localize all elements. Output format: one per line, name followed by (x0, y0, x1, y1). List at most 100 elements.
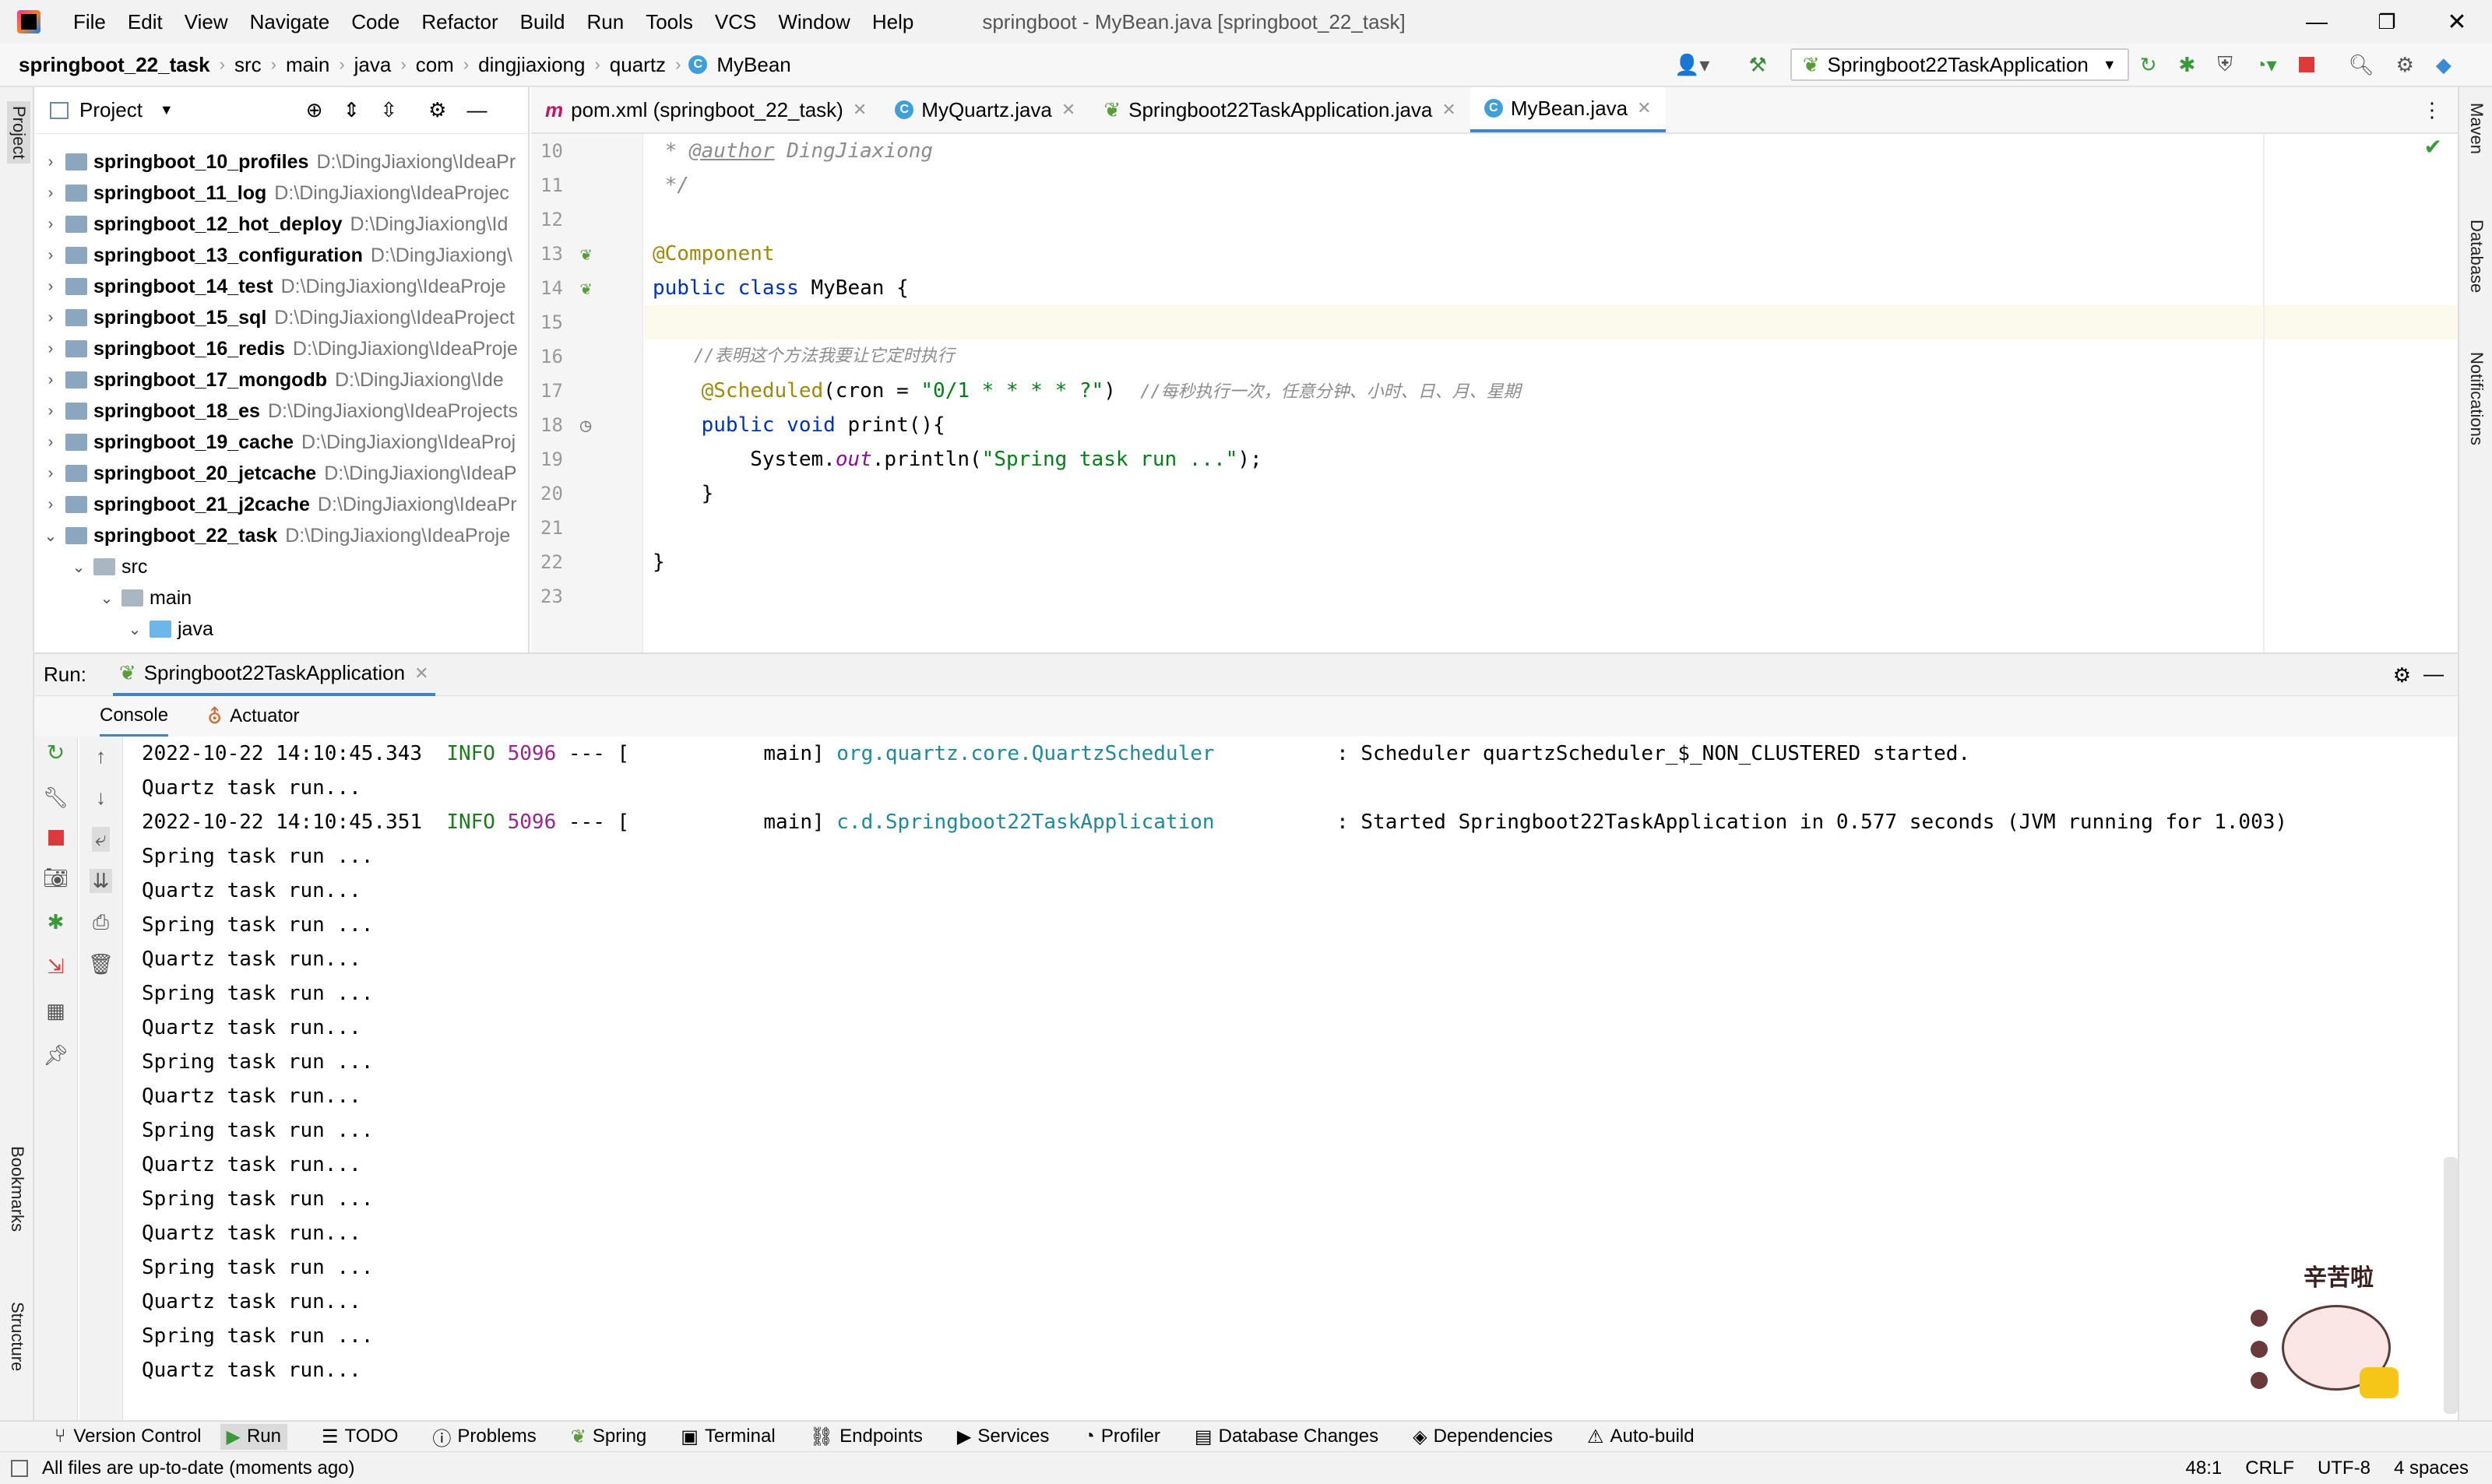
hide-icon[interactable]: — (2423, 662, 2444, 686)
strip-maven[interactable]: Maven (2466, 103, 2487, 154)
tree-row[interactable]: ⌄ java (34, 614, 528, 645)
tab-myquartz[interactable]: C MyQuartz.java ✕ (881, 87, 1089, 132)
tree-row[interactable]: › springboot_16_redis D:\DingJiaxiong\Idea… (34, 333, 528, 364)
tree-row[interactable]: › springboot_17_mongodb D:\DingJiaxiong\Id… (34, 364, 528, 396)
strip-notifications[interactable]: Notifications (2466, 352, 2487, 445)
tree-row[interactable]: › springboot_14_test D:\DingJiaxiong\IdeaP… (34, 271, 528, 302)
tree-row[interactable]: › springboot_10_profiles D:\DingJiaxiong\I… (34, 146, 528, 178)
project-panel-title[interactable]: Project (79, 98, 143, 122)
exit-icon[interactable]: ⇲ (48, 955, 65, 979)
close-icon[interactable]: ✕ (853, 100, 867, 120)
tree-row[interactable]: › springboot_19_cache D:\DingJiaxiong\Idea… (34, 427, 528, 458)
tool-database-changes[interactable]: ▤ Database Changes (1195, 1426, 1378, 1448)
stop-icon[interactable] (2298, 57, 2314, 72)
debug-icon[interactable]: ✱ (48, 910, 65, 934)
hide-icon[interactable]: — (466, 98, 487, 122)
menu-vcs[interactable]: VCS (715, 10, 756, 34)
tree-row[interactable]: › springboot_13_configuration D:\DingJiaxi… (34, 240, 528, 271)
chevron-down-icon[interactable]: ▼ (160, 102, 174, 118)
settings-gear-icon[interactable]: ⚙ (2396, 53, 2414, 77)
rerun-icon[interactable]: ↻ (47, 740, 65, 765)
tool-services[interactable]: ▶ Services (957, 1426, 1050, 1448)
close-icon[interactable]: ✕ (1637, 98, 1651, 118)
crumb-dingjiaxiong[interactable]: dingjiaxiong (478, 53, 585, 77)
status-toggle-icon[interactable] (11, 1459, 28, 1477)
spring-bean-icon[interactable]: ❦ (580, 237, 591, 271)
user-icon[interactable]: 👤▾ (1674, 53, 1709, 77)
menu-help[interactable]: Help (872, 10, 913, 34)
file-encoding[interactable]: UTF-8 (2318, 1458, 2371, 1479)
tool-problems[interactable]: ⓘ Problems (432, 1423, 536, 1451)
tool-auto-build[interactable]: ⚠ Auto-build (1587, 1426, 1695, 1448)
close-icon[interactable]: ✕ (1061, 100, 1075, 120)
crumb-com[interactable]: com (416, 53, 454, 77)
menu-navigate[interactable]: Navigate (250, 10, 330, 34)
menu-edit[interactable]: Edit (128, 10, 163, 34)
pin-icon[interactable]: 📌︎ (43, 1043, 69, 1067)
tree-row[interactable]: › springboot_20_jetcache D:\DingJiaxiong\I… (34, 458, 528, 489)
tab-actuator[interactable]: Actuator (230, 705, 299, 727)
expand-all-icon[interactable]: ⇕ (343, 98, 361, 122)
tool-endpoints[interactable]: ⛓ Endpoints (810, 1426, 923, 1448)
tree-row[interactable]: › springboot_18_es D:\DingJiaxiong\IdeaPro… (34, 396, 528, 427)
settings-gear-icon[interactable]: ⚙ (428, 98, 446, 122)
profile-icon[interactable]: ◔▾ (2254, 53, 2277, 77)
arrow-up-icon[interactable]: ↑ (96, 744, 106, 768)
strip-bookmarks[interactable]: Bookmarks (7, 1146, 27, 1232)
jetbrains-toolbox-icon[interactable]: ◆ (2436, 53, 2452, 77)
line-separator[interactable]: CRLF (2245, 1458, 2294, 1479)
close-icon[interactable]: ✕ (1441, 100, 1455, 120)
minimize-icon[interactable]: — (2282, 9, 2352, 34)
tool-spring[interactable]: ❦ Spring (571, 1426, 646, 1448)
crumb-quartz[interactable]: quartz (610, 53, 666, 77)
menu-refactor[interactable]: Refactor (421, 10, 498, 34)
menu-run[interactable]: Run (586, 10, 624, 34)
menu-window[interactable]: Window (778, 10, 850, 34)
code-area[interactable]: * @author DingJiaxiong */ @Component pub… (645, 134, 2458, 652)
console-output[interactable]: 2022-10-22 14:10:45.343 INFO 5096 --- [ … (125, 737, 2458, 1420)
menu-view[interactable]: View (185, 10, 228, 34)
run-tab[interactable]: ❦ Springboot22TaskApplication ✕ (112, 654, 435, 696)
locate-icon[interactable]: ⊕ (306, 98, 323, 122)
settings-gear-icon[interactable]: ⚙ (2393, 663, 2411, 687)
build-hammer-icon[interactable]: ⚒ (1748, 53, 1766, 77)
scroll-to-end-icon[interactable]: ⇊ (89, 869, 113, 893)
stop-icon[interactable] (48, 830, 64, 846)
close-icon[interactable]: ✕ (414, 663, 428, 684)
arrow-down-icon[interactable]: ↓ (96, 786, 106, 810)
maximize-icon[interactable]: ❐ (2352, 10, 2422, 34)
crumb-mybean[interactable]: MyBean (716, 53, 790, 77)
indent-setting[interactable]: 4 spaces (2394, 1458, 2469, 1479)
print-icon[interactable]: ⎙ (93, 910, 109, 935)
caret-position[interactable]: 48:1 (2186, 1458, 2223, 1479)
tool-terminal[interactable]: ▣ Terminal (681, 1426, 775, 1448)
search-icon[interactable]: 🔍︎ (2349, 53, 2374, 77)
tab-console[interactable]: Console (100, 697, 169, 737)
menu-code[interactable]: Code (351, 10, 399, 34)
tool-dependencies[interactable]: ◈ Dependencies (1413, 1426, 1553, 1448)
tree-row[interactable]: › springboot_15_sql D:\DingJiaxiong\IdeaPr… (34, 302, 528, 333)
tab-application[interactable]: ❦ Springboot22TaskApplication.java ✕ (1089, 87, 1470, 132)
menu-tools[interactable]: Tools (646, 10, 693, 34)
tree-row[interactable]: › springboot_12_hot_deploy D:\DingJiaxiong… (34, 209, 528, 240)
tool-run[interactable]: ▶ Run (220, 1423, 287, 1450)
collapse-all-icon[interactable]: ⇳ (380, 98, 397, 122)
spring-bean-icon[interactable]: ❦ (580, 271, 591, 305)
menu-file[interactable]: File (73, 10, 106, 34)
run-config-selector[interactable]: ❦ Springboot22TaskApplication ▼ (1790, 48, 2129, 81)
scrollbar[interactable] (2444, 1157, 2458, 1414)
layout-icon[interactable]: ▦ (46, 999, 65, 1023)
crumb-java[interactable]: java (354, 53, 392, 77)
tool-profiler[interactable]: ◔ Profiler (1083, 1426, 1160, 1447)
menu-build[interactable]: Build (520, 10, 565, 34)
coverage-icon[interactable]: ⛨ (2217, 52, 2233, 77)
crumb-src[interactable]: src (234, 53, 262, 77)
debug-icon[interactable]: ✱ (2179, 53, 2196, 77)
soft-wrap-icon[interactable]: ⤶ (92, 827, 110, 852)
tree-row[interactable]: › springboot_11_log D:\DingJiaxiong\IdeaPr… (34, 178, 528, 209)
tree-row[interactable]: › springboot_21_j2cache D:\DingJiaxiong\Id… (34, 489, 528, 520)
tab-mybean[interactable]: C MyBean.java ✕ (1470, 87, 1666, 132)
crumb-main[interactable]: main (286, 53, 329, 77)
strip-database[interactable]: Database (2466, 220, 2487, 293)
crumb-project[interactable]: springboot_22_task (19, 53, 210, 77)
